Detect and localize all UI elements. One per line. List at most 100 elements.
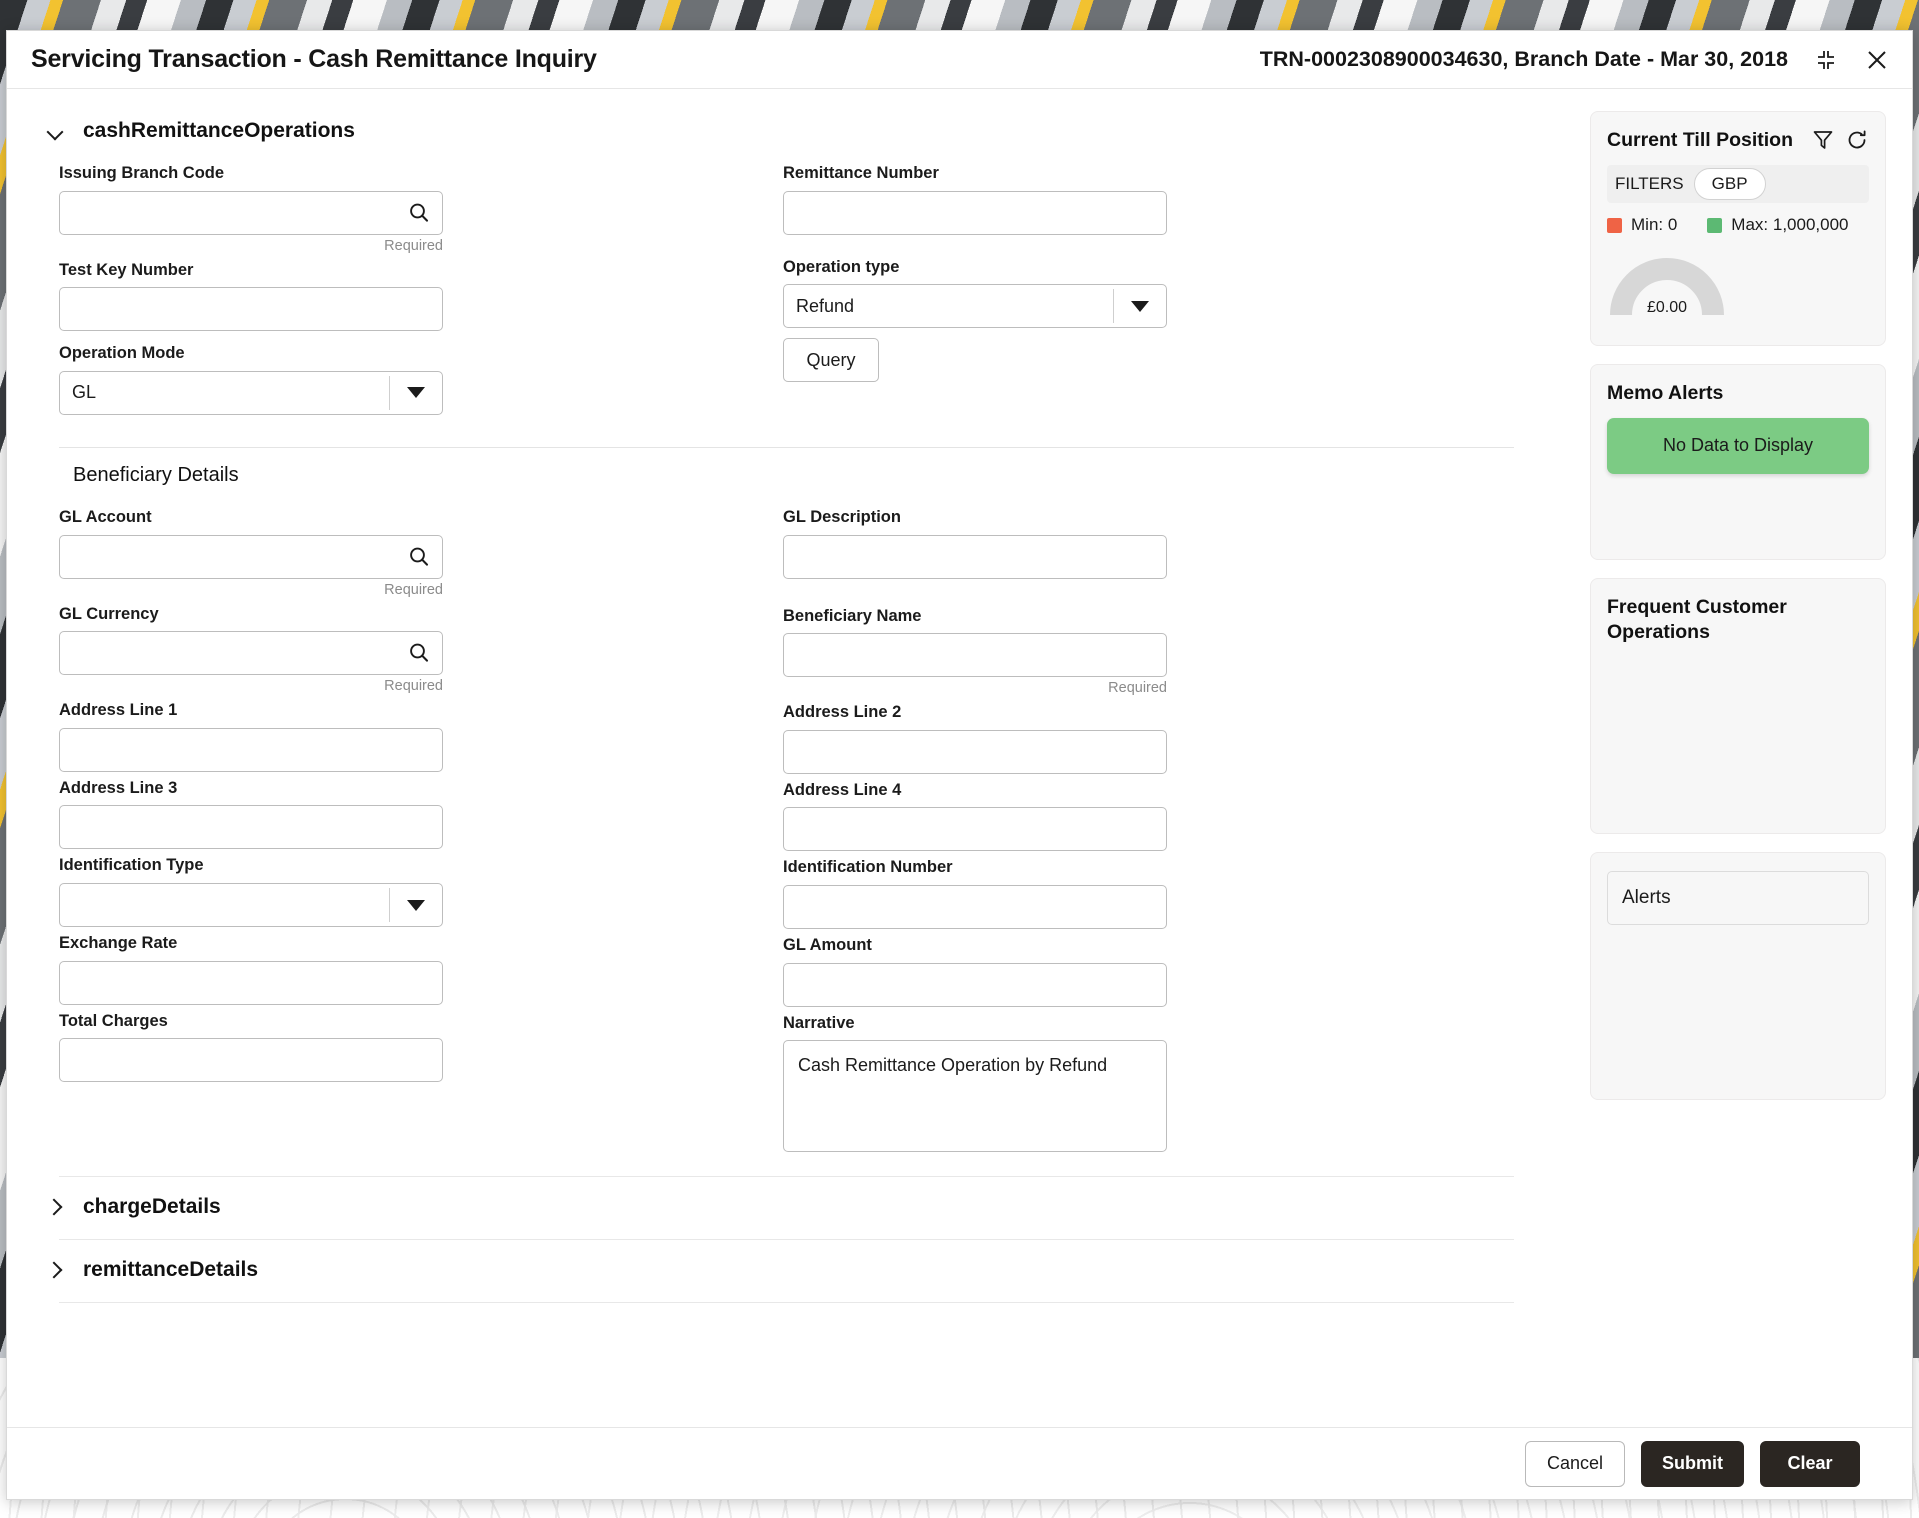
- field-exchange-rate: Exchange Rate: [59, 933, 447, 1005]
- accordion-charge-details[interactable]: chargeDetails: [33, 1177, 1548, 1221]
- search-icon[interactable]: [408, 202, 430, 224]
- gl-currency-input[interactable]: [59, 631, 443, 676]
- top-form-left-column: Issuing Branch Code Required Test Key Nu…: [59, 163, 447, 425]
- chevron-down-icon[interactable]: [1114, 301, 1166, 312]
- beneficiary-right-column: GL Description Beneficiary Name Required…: [783, 507, 1171, 1158]
- label-address-line-2: Address Line 2: [783, 703, 902, 722]
- field-operation-type: Operation type Refund: [783, 257, 1171, 329]
- accordion-label: remittanceDetails: [83, 1258, 259, 1282]
- filters-label: FILTERS: [1615, 174, 1684, 194]
- search-icon[interactable]: [408, 642, 430, 664]
- collapse-icon[interactable]: [1814, 48, 1838, 72]
- modal-footer: Cancel Submit Clear: [7, 1427, 1912, 1499]
- chevron-right-icon: [47, 1199, 63, 1215]
- clear-button[interactable]: Clear: [1760, 1440, 1860, 1487]
- submit-button[interactable]: Submit: [1641, 1440, 1744, 1487]
- label-gl-account: GL Account: [59, 507, 152, 526]
- min-color-swatch: [1607, 217, 1622, 233]
- operation-mode-select[interactable]: GL: [59, 370, 443, 415]
- required-hint-issuing-branch-code: Required: [384, 237, 443, 254]
- label-address-line-1: Address Line 1: [59, 701, 178, 720]
- refresh-icon[interactable]: [1845, 128, 1869, 152]
- beneficiary-left-column: GL Account Required GL Currency Required…: [59, 507, 447, 1158]
- address-line-2-input[interactable]: [783, 729, 1167, 774]
- accordion-remittance-details[interactable]: remittanceDetails: [33, 1240, 1548, 1284]
- label-operation-type: Operation type: [783, 257, 900, 276]
- till-gauge-value: £0.00: [1647, 299, 1688, 317]
- beneficiary-name-input[interactable]: [783, 633, 1167, 678]
- label-identification-number: Identification Number: [783, 858, 953, 877]
- right-sidebar: Current Till Position FILTERS GBP Min: 0…: [1582, 89, 1912, 1427]
- gl-account-input[interactable]: [59, 534, 443, 579]
- accordion-cash-remittance-operations[interactable]: cashRemittanceOperations: [33, 115, 1548, 145]
- exchange-rate-input[interactable]: [59, 960, 443, 1005]
- label-gl-description: GL Description: [783, 507, 901, 526]
- field-address-line-1: Address Line 1: [59, 700, 447, 772]
- operation-type-select[interactable]: Refund: [783, 284, 1167, 329]
- memo-alerts-empty-state: No Data to Display: [1607, 417, 1869, 474]
- accordion-divider: [59, 1302, 1514, 1304]
- alerts-box[interactable]: Alerts: [1607, 871, 1869, 926]
- address-line-3-input[interactable]: [59, 805, 443, 850]
- required-hint-gl-account: Required: [384, 581, 443, 598]
- label-issuing-branch-code: Issuing Branch Code: [59, 164, 225, 182]
- identification-type-select[interactable]: [59, 883, 443, 927]
- chevron-down-icon[interactable]: [390, 900, 442, 911]
- operation-type-value: Refund: [796, 295, 855, 316]
- label-gl-currency: GL Currency: [59, 604, 159, 623]
- modal-titlebar: Servicing Transaction - Cash Remittance …: [7, 31, 1912, 89]
- transaction-modal: Servicing Transaction - Cash Remittance …: [6, 30, 1913, 1500]
- narrative-textarea[interactable]: Cash Remittance Operation by Refund: [783, 1040, 1167, 1153]
- till-gauge: £0.00: [1607, 245, 1869, 331]
- gl-description-input[interactable]: [783, 534, 1167, 579]
- currency-filter-pill[interactable]: GBP: [1693, 168, 1766, 201]
- operation-mode-value: GL: [72, 382, 97, 403]
- memo-alerts-title: Memo Alerts: [1607, 382, 1724, 405]
- frequent-customer-operations-title: Frequent Customer Operations: [1607, 596, 1787, 643]
- field-test-key-number: Test Key Number: [59, 260, 447, 332]
- label-remittance-number: Remittance Number: [783, 164, 939, 182]
- filter-icon[interactable]: [1811, 128, 1835, 152]
- field-address-line-4: Address Line 4: [783, 780, 1171, 852]
- titlebar-actions: TRN-0002308900034630, Branch Date - Mar …: [1260, 47, 1890, 73]
- alerts-card: Alerts: [1590, 852, 1886, 1101]
- label-operation-mode: Operation Mode: [59, 344, 185, 363]
- min-label: Min: 0: [1631, 215, 1678, 235]
- beneficiary-details-title: Beneficiary Details: [73, 463, 239, 486]
- label-address-line-3: Address Line 3: [59, 778, 178, 797]
- required-hint-beneficiary-name: Required: [1108, 680, 1167, 697]
- address-line-1-input[interactable]: [59, 727, 443, 772]
- field-identification-type: Identification Type: [59, 855, 447, 927]
- frequent-customer-operations-card: Frequent Customer Operations: [1590, 578, 1886, 835]
- issuing-branch-code-input[interactable]: [59, 190, 443, 235]
- current-till-position-card: Current Till Position FILTERS GBP Min: 0…: [1590, 111, 1886, 347]
- chevron-down-icon[interactable]: [390, 387, 442, 398]
- top-form-grid: Issuing Branch Code Required Test Key Nu…: [33, 145, 1548, 425]
- field-gl-amount: GL Amount: [783, 935, 1171, 1007]
- remittance-number-input[interactable]: [783, 190, 1167, 235]
- accordion-label: cashRemittanceOperations: [83, 119, 355, 142]
- field-total-charges: Total Charges: [59, 1011, 447, 1083]
- test-key-number-input[interactable]: [59, 287, 443, 332]
- gl-amount-input[interactable]: [783, 962, 1167, 1007]
- field-address-line-3: Address Line 3: [59, 778, 447, 850]
- identification-number-input[interactable]: [783, 885, 1167, 929]
- query-button[interactable]: Query: [783, 338, 879, 383]
- cancel-button[interactable]: Cancel: [1525, 1440, 1625, 1487]
- field-address-line-2: Address Line 2: [783, 702, 1171, 774]
- field-gl-description: GL Description: [783, 507, 1171, 600]
- address-line-4-input[interactable]: [783, 807, 1167, 852]
- field-beneficiary-name: Beneficiary Name Required: [783, 606, 1171, 697]
- till-filters-row: FILTERS GBP: [1607, 165, 1869, 204]
- field-gl-currency: GL Currency Required: [59, 604, 447, 694]
- total-charges-input[interactable]: [59, 1038, 443, 1083]
- max-label: Max: 1,000,000: [1731, 215, 1849, 235]
- page-title: Servicing Transaction - Cash Remittance …: [31, 45, 597, 73]
- search-icon[interactable]: [408, 546, 430, 568]
- field-operation-mode: Operation Mode GL: [59, 343, 447, 415]
- max-color-swatch: [1707, 217, 1723, 233]
- till-legend: Min: 0 Max: 1,000,000: [1607, 215, 1869, 235]
- field-gl-account: GL Account Required: [59, 507, 447, 598]
- close-icon[interactable]: [1864, 47, 1890, 73]
